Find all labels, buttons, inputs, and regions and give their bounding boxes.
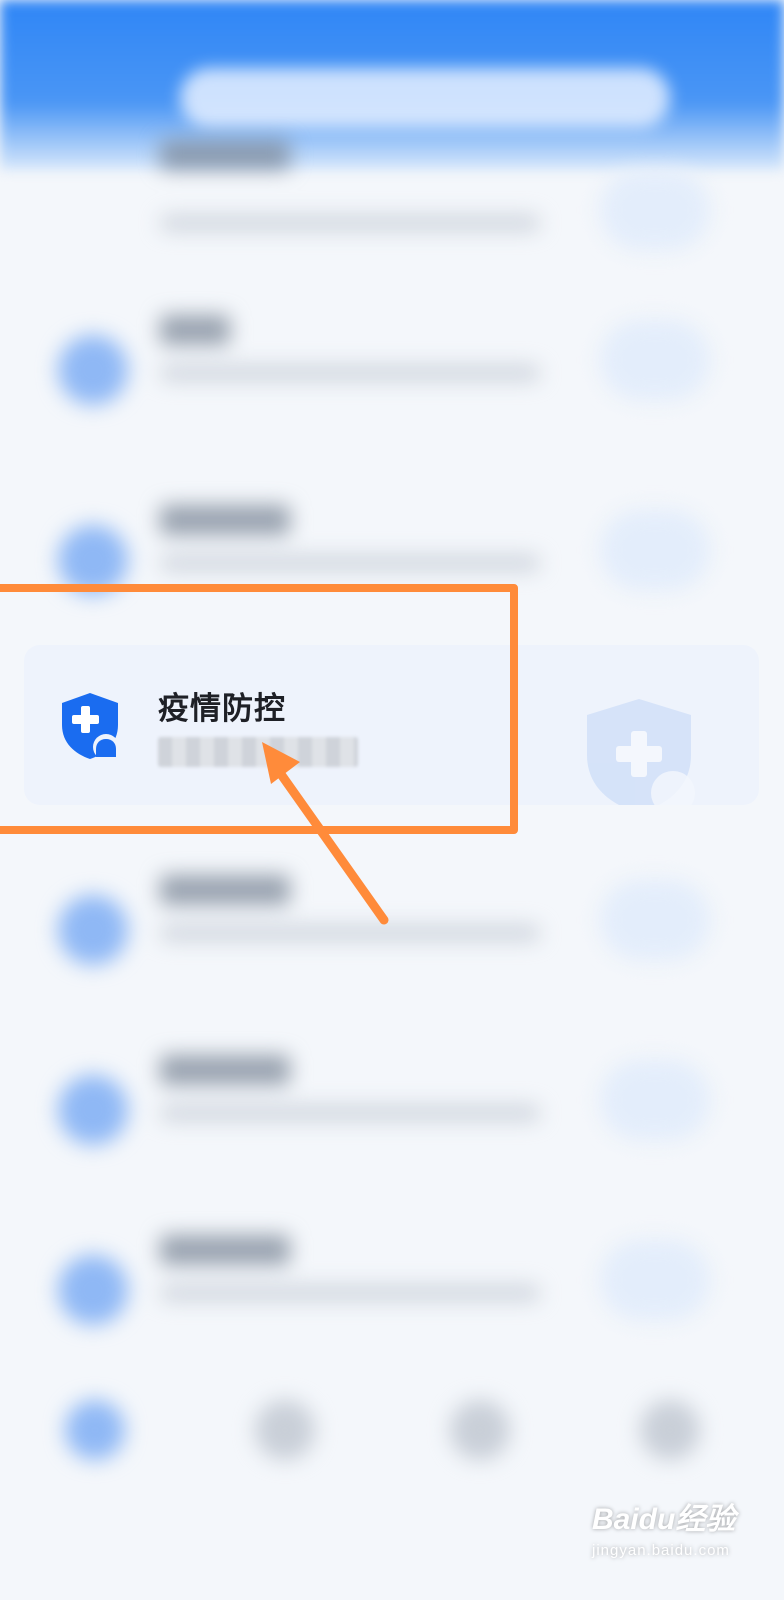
nav-item[interactable] — [640, 1400, 700, 1460]
highlight-box — [0, 584, 518, 834]
baidu-jingyan-watermark: Baidu经验 jingyan.baidu.com — [592, 1503, 736, 1559]
nav-item[interactable] — [450, 1400, 510, 1460]
nav-item[interactable] — [255, 1400, 315, 1460]
list-item[interactable] — [0, 850, 784, 1030]
list-item[interactable] — [0, 1210, 784, 1390]
list-item[interactable] — [0, 1030, 784, 1210]
list-item[interactable] — [0, 290, 784, 470]
shield-plus-watermark-icon — [587, 699, 695, 805]
nav-item[interactable] — [65, 1400, 125, 1460]
